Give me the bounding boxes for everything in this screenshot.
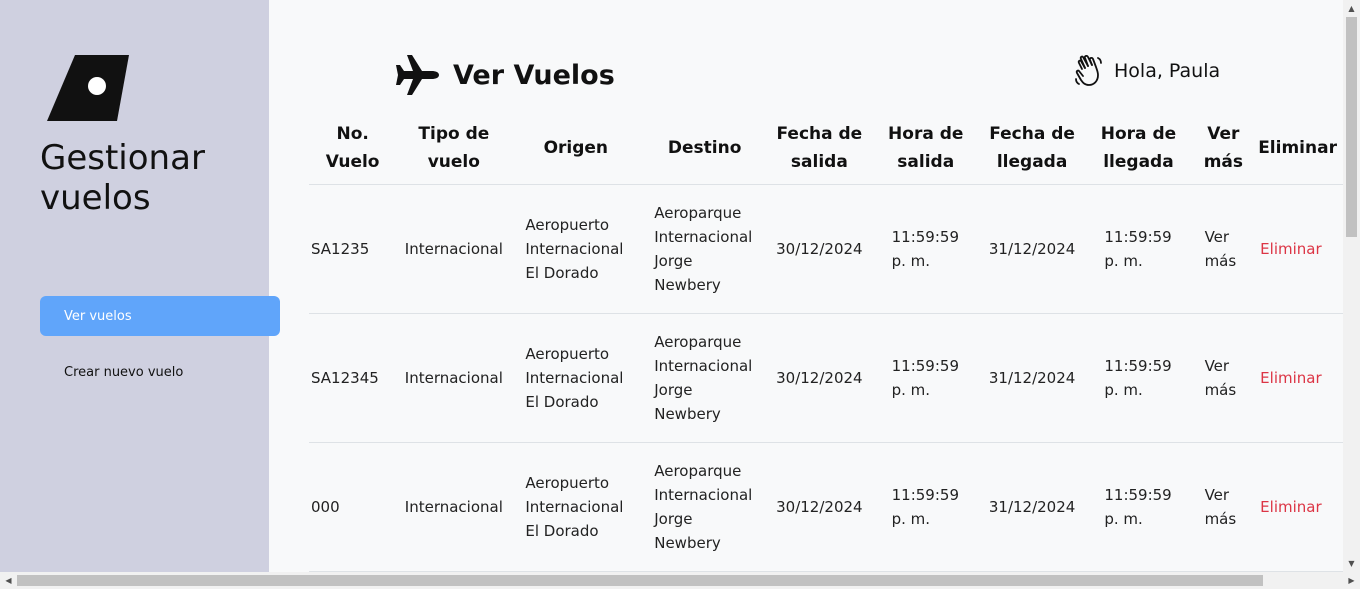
flights-table: No. Vuelo Tipo de vuelo Origen Destino F… <box>309 112 1343 572</box>
greeting: Hola, Paula <box>1074 55 1220 87</box>
page-title: Ver Vuelos <box>453 59 615 91</box>
col-ver-mas: Ver más <box>1194 112 1253 185</box>
airplane-icon <box>396 55 439 95</box>
cell-origen: Aeropuerto Internacional El Dorado <box>511 442 641 572</box>
col-fecha-de-llegada: Fecha de llegada <box>981 112 1083 185</box>
nav-ver-vuelos[interactable]: Ver vuelos <box>40 296 280 336</box>
cell-destino: Aeroparque Internacional Jorge Newbery <box>640 442 770 572</box>
cell-hora-salida: 11:59:59 p. m. <box>869 184 982 314</box>
cell-no-vuelo: SA12345 <box>309 313 397 443</box>
cell-no-vuelo: SA1235 <box>309 184 397 314</box>
cell-destino: Aeroparque Internacional Jorge Newbery <box>640 313 770 443</box>
horizontal-scrollbar[interactable]: ◀ ▶ <box>0 572 1360 589</box>
cell-origen: Aeropuerto Internacional El Dorado <box>511 184 641 314</box>
cell-origen: Aeropuerto Internacional El Dorado <box>511 313 641 443</box>
app-window: Gestionar vuelos Ver vuelos Crear nuevo … <box>0 0 1360 589</box>
cell-fecha-salida: 30/12/2024 <box>769 184 870 314</box>
col-no-vuelo: No. Vuelo <box>309 112 397 185</box>
table-header-row: No. Vuelo Tipo de vuelo Origen Destino F… <box>309 112 1343 185</box>
eliminar-button[interactable]: Eliminar <box>1252 184 1343 314</box>
scroll-up-arrow-icon[interactable]: ▲ <box>1343 0 1360 17</box>
cell-tipo: Internacional <box>396 313 512 443</box>
table-row: 000 Internacional Aeropuerto Internacion… <box>309 442 1343 572</box>
greeting-text: Hola, Paula <box>1114 60 1221 82</box>
cell-fecha-salida: 30/12/2024 <box>769 313 870 443</box>
cell-tipo: Internacional <box>396 184 512 314</box>
cell-fecha-llegada: 31/12/2024 <box>981 442 1083 572</box>
cell-hora-llegada: 11:59:59 p. m. <box>1082 442 1195 572</box>
col-destino: Destino <box>640 112 770 185</box>
table-row: SA1235 Internacional Aeropuerto Internac… <box>309 184 1343 314</box>
cell-hora-salida: 11:59:59 p. m. <box>869 313 982 443</box>
cell-hora-llegada: 11:59:59 p. m. <box>1082 184 1195 314</box>
col-origen: Origen <box>511 112 641 185</box>
scroll-right-arrow-icon[interactable]: ▶ <box>1343 572 1360 589</box>
cell-no-vuelo: 000 <box>309 442 397 572</box>
col-hora-de-salida: Hora de salida <box>869 112 982 185</box>
cell-hora-llegada: 11:59:59 p. m. <box>1082 313 1195 443</box>
cell-destino: Aeroparque Internacional Jorge Newbery <box>640 184 770 314</box>
waving-hand-icon <box>1075 55 1102 86</box>
vertical-scrollbar[interactable]: ▲ ▼ <box>1343 0 1360 572</box>
col-eliminar: Eliminar <box>1252 112 1343 185</box>
table-row: SA12345 Internacional Aeropuerto Interna… <box>309 313 1343 443</box>
sidebar: Gestionar vuelos Ver vuelos Crear nuevo … <box>0 0 280 572</box>
cell-fecha-salida: 30/12/2024 <box>769 442 870 572</box>
vertical-scroll-thumb[interactable] <box>1346 17 1357 237</box>
eliminar-button[interactable]: Eliminar <box>1252 442 1343 572</box>
cell-fecha-llegada: 31/12/2024 <box>981 313 1083 443</box>
ver-mas-link[interactable]: Ver más <box>1194 313 1253 443</box>
cell-hora-salida: 11:59:59 p. m. <box>869 442 982 572</box>
ver-mas-link[interactable]: Ver más <box>1194 442 1253 572</box>
page-header: Ver Vuelos <box>395 54 615 96</box>
ver-mas-link[interactable]: Ver más <box>1194 184 1253 314</box>
col-tipo-de-vuelo: Tipo de vuelo <box>396 112 512 185</box>
sidebar-title: Gestionar vuelos <box>40 138 205 218</box>
col-fecha-de-salida: Fecha de salida <box>769 112 870 185</box>
eliminar-button[interactable]: Eliminar <box>1252 313 1343 443</box>
main-content: Ver Vuelos Hola, Paula No. Vuelo Tipo de… <box>269 0 1343 572</box>
scroll-left-arrow-icon[interactable]: ◀ <box>0 572 17 589</box>
horizontal-scroll-thumb[interactable] <box>17 575 1263 586</box>
airline-tail-logo-icon <box>47 55 129 121</box>
col-hora-de-llegada: Hora de llegada <box>1082 112 1195 185</box>
nav-crear-nuevo-vuelo[interactable]: Crear nuevo vuelo <box>40 352 280 392</box>
cell-tipo: Internacional <box>396 442 512 572</box>
scroll-down-arrow-icon[interactable]: ▼ <box>1343 555 1360 572</box>
cell-fecha-llegada: 31/12/2024 <box>981 184 1083 314</box>
